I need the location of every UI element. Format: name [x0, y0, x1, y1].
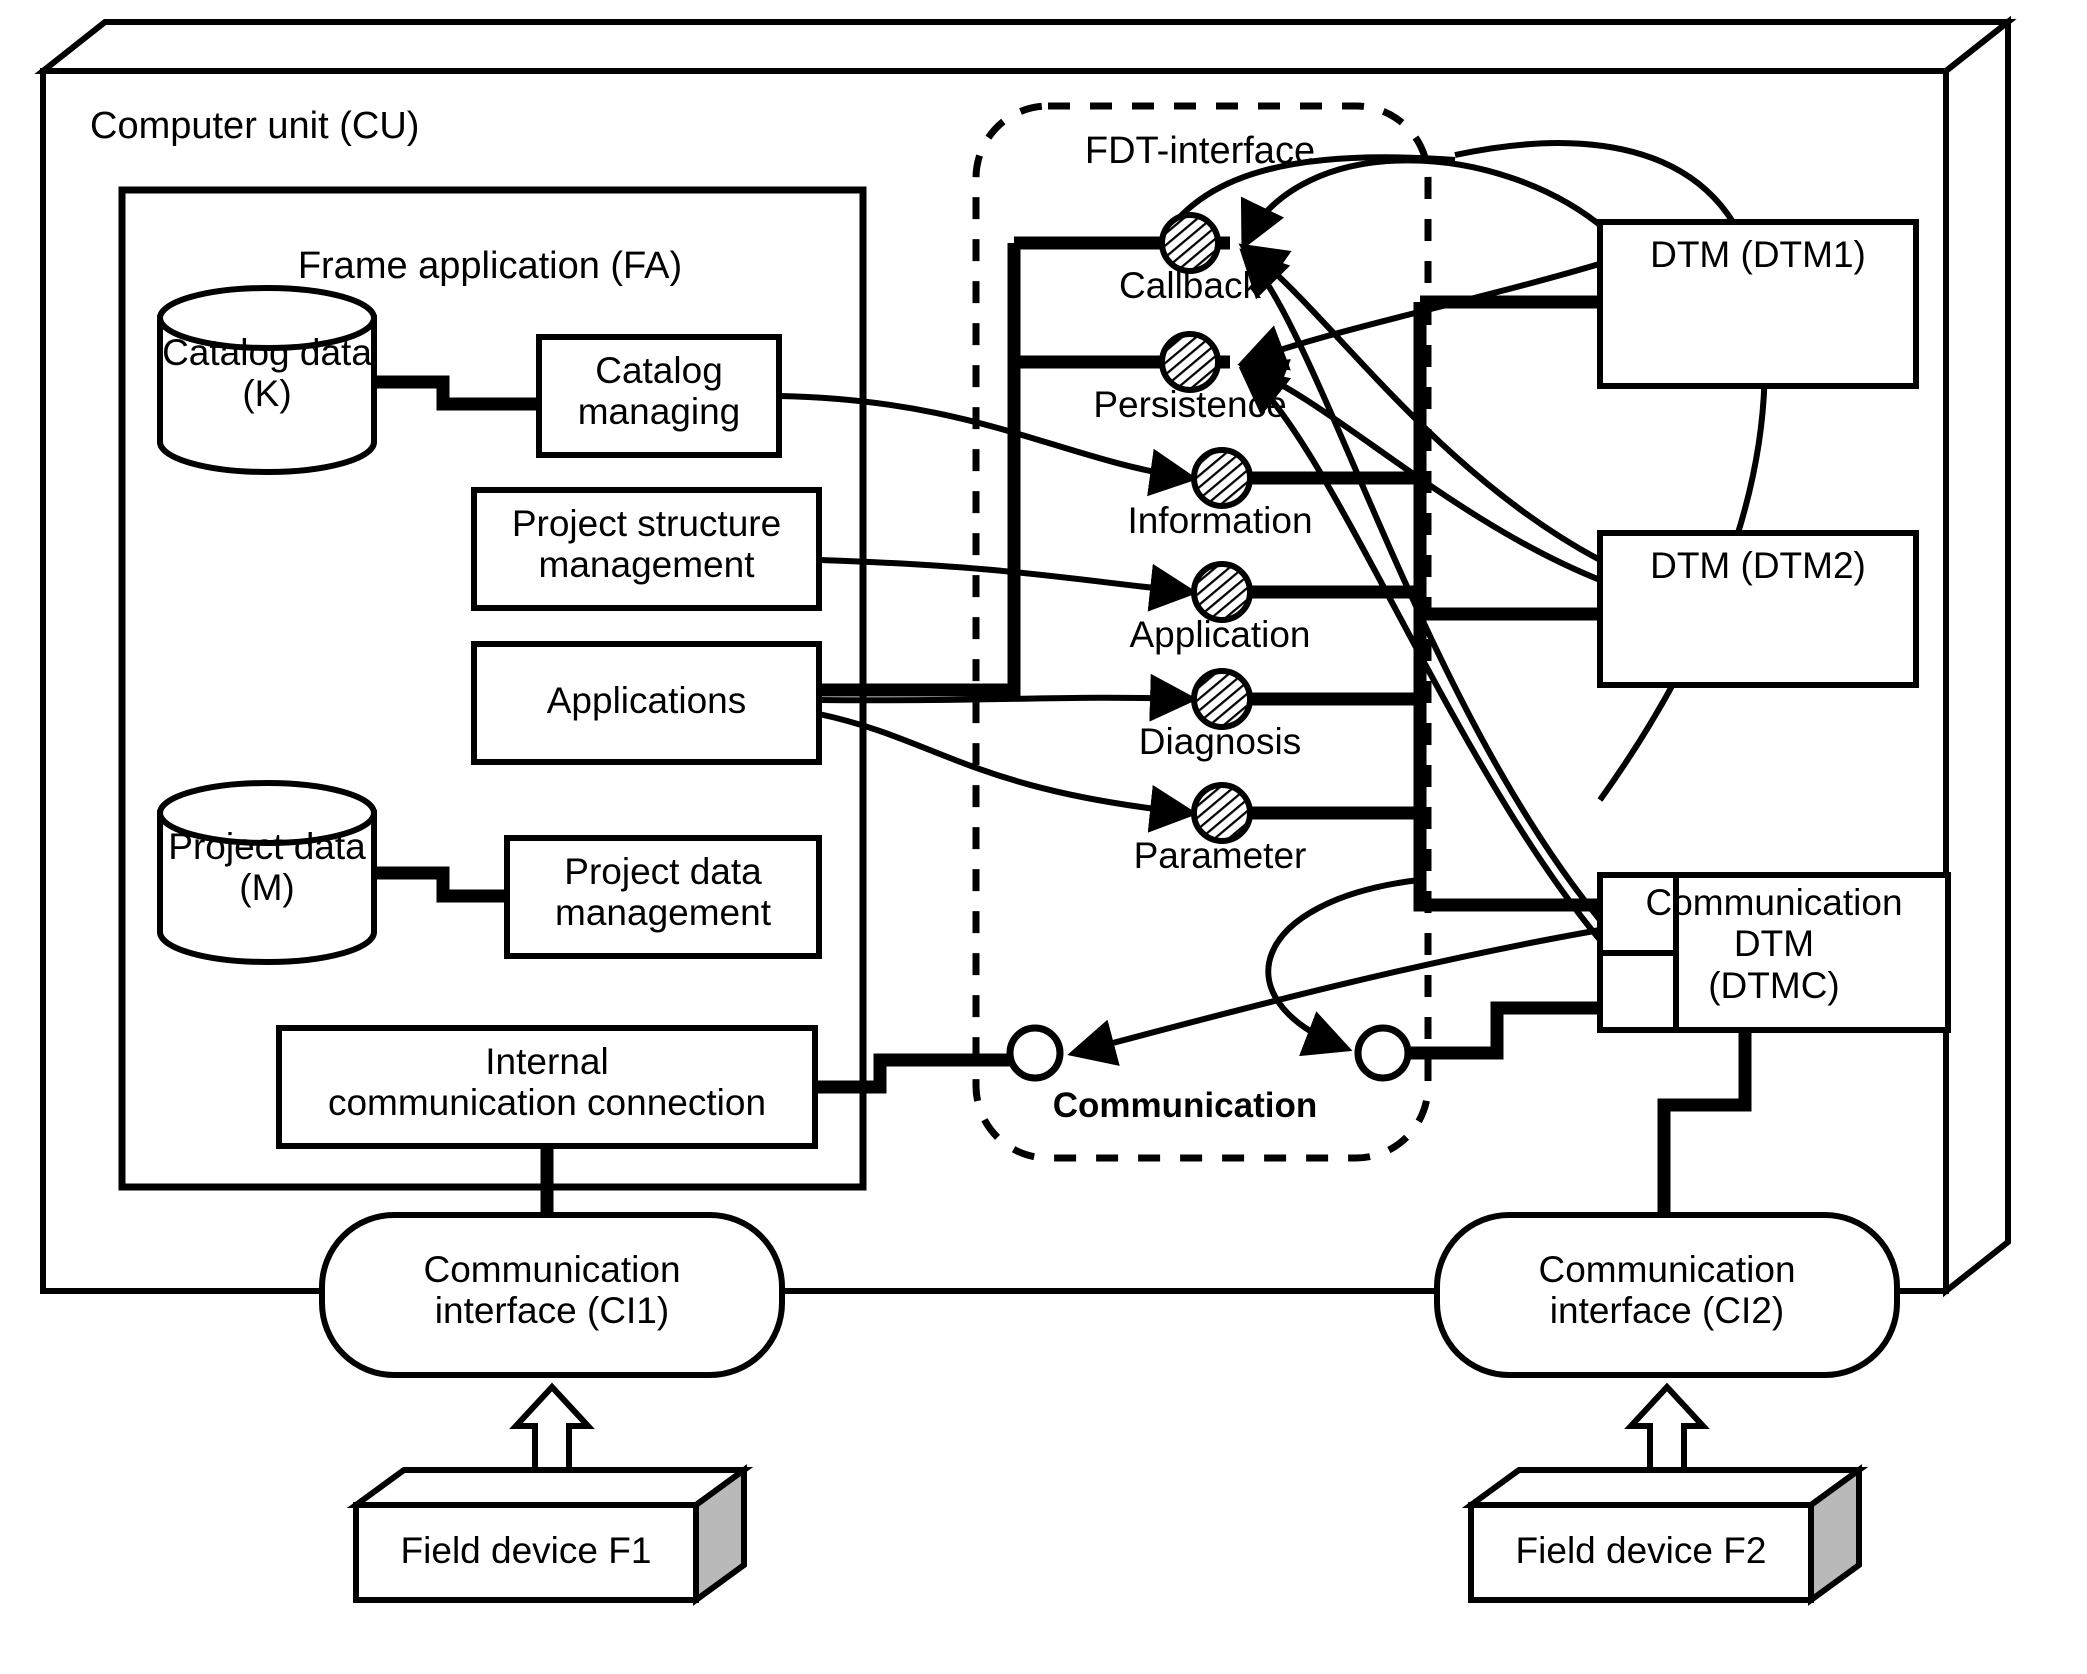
dtm2-rect	[1597, 530, 1919, 688]
communication-node-left	[1006, 1024, 1064, 1082]
dtm1-rect	[1597, 219, 1919, 389]
callback-marker-icon	[1159, 212, 1221, 274]
catalog-managing-rect	[536, 334, 782, 458]
internal-communication-connection-rect	[276, 1025, 818, 1149]
project-structure-management-rect	[471, 487, 822, 611]
information-marker-icon	[1191, 447, 1253, 509]
project-data-management-rect	[504, 835, 822, 959]
application-marker-icon	[1191, 561, 1253, 623]
applications-to-diagnosis	[818, 673, 1198, 722]
project-data-cylinder	[157, 780, 377, 965]
dtmc-rect-group	[1597, 872, 1951, 1033]
field-device-f1-shape	[346, 1464, 754, 1606]
diagnosis-marker-icon	[1191, 668, 1253, 730]
diagram-vector-layer	[34, 15, 2017, 1606]
ci2-rect	[1434, 1212, 1900, 1378]
field-device-f2-shape	[1461, 1464, 1869, 1606]
communication-node-right	[1354, 1024, 1412, 1082]
ci1-rect	[319, 1212, 785, 1378]
catalog-data-cylinder	[157, 285, 377, 475]
persistence-marker-icon	[1159, 331, 1221, 393]
parameter-marker-icon	[1191, 782, 1253, 844]
diagram-canvas: Computer unit (CU) Frame application (FA…	[0, 0, 2087, 1674]
applications-rect	[471, 641, 822, 765]
